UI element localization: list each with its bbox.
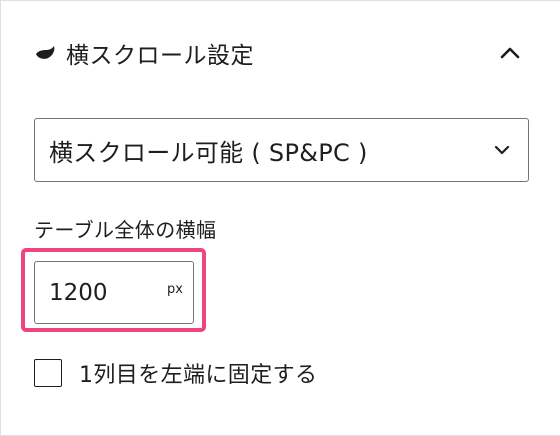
table-width-value: 1200 (49, 279, 108, 306)
fix-first-column-option[interactable]: 1列目を左端に固定する (34, 357, 317, 389)
table-width-input[interactable]: 1200 px (34, 261, 194, 324)
fix-first-column-checkbox[interactable] (34, 359, 62, 387)
settings-panel: 横スクロール設定 横スクロール可能 ( SP&PC ) テーブル全体の横幅 12… (0, 0, 560, 436)
panel-title: 横スクロール設定 (66, 43, 254, 69)
chevron-down-icon (492, 140, 512, 160)
scroll-mode-selected-value: 横スクロール可能 ( SP&PC ) (49, 138, 368, 167)
chevron-up-icon[interactable] (499, 42, 521, 64)
panel-header-toggle[interactable]: 横スクロール設定 (1, 1, 560, 105)
table-width-label: テーブル全体の横幅 (34, 218, 217, 242)
fix-first-column-label: 1列目を左端に固定する (79, 363, 318, 388)
scroll-mode-select[interactable]: 横スクロール可能 ( SP&PC ) (34, 118, 529, 182)
unit-suffix: px (167, 282, 183, 297)
swell-logo-icon (34, 43, 58, 63)
